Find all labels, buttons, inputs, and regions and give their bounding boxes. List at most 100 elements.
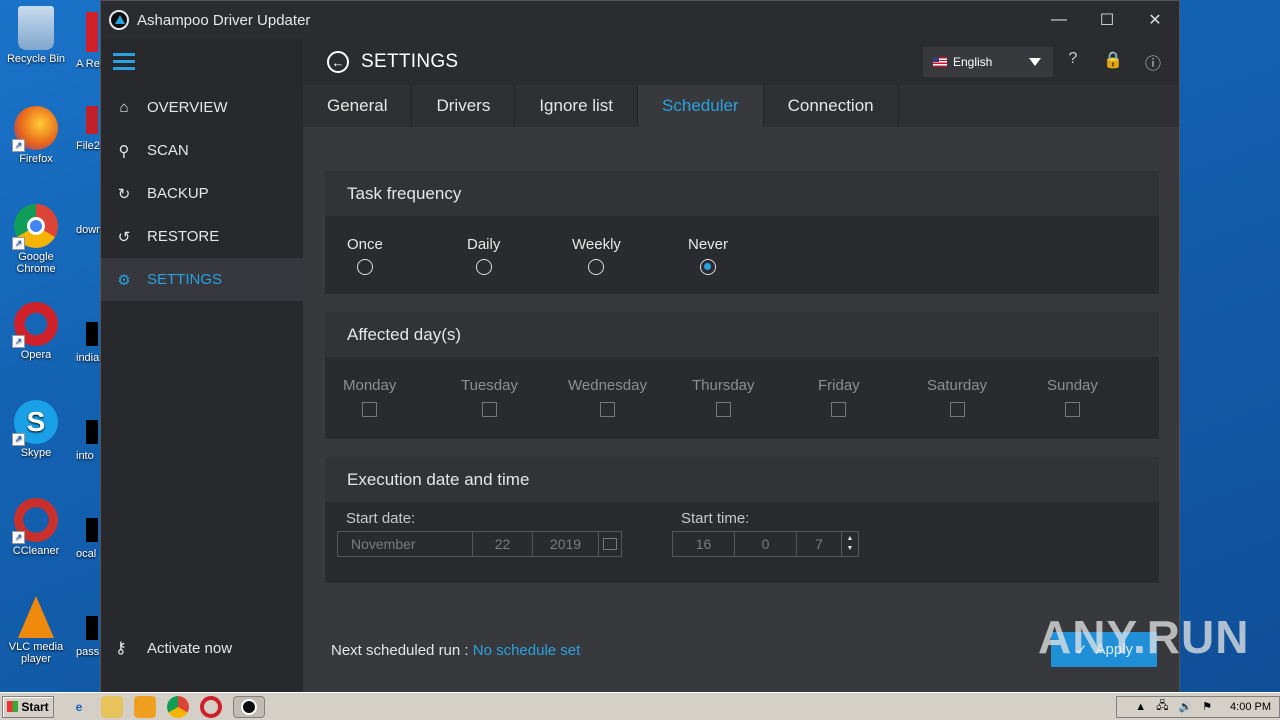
checkbox-wednesday[interactable]: Wednesday [568, 377, 647, 417]
radio-never[interactable]: Never [688, 236, 728, 275]
title-bar[interactable]: Ashampoo Driver Updater — ☐ ✕ [101, 1, 1179, 39]
desktop-icon-opera[interactable]: ↗ Opera [0, 302, 72, 361]
hour-value[interactable]: 16 [673, 532, 735, 556]
time-spinner-icon[interactable]: ▲ ▼ [842, 532, 858, 556]
checkbox-friday[interactable]: Friday [818, 377, 860, 417]
minute-value[interactable]: 0 [735, 532, 797, 556]
tab-ignore-list[interactable]: Ignore list [515, 85, 639, 127]
start-button[interactable]: Start [2, 695, 54, 718]
desktop-icon-partial[interactable]: down [76, 224, 100, 236]
close-button[interactable]: ✕ [1131, 1, 1179, 39]
language-select[interactable]: English [923, 47, 1053, 77]
sidebar-item-label: SETTINGS [147, 271, 223, 288]
chrome-taskbar-icon[interactable] [167, 695, 189, 718]
desktop-icon-partial[interactable]: A Re [76, 12, 100, 70]
radio-button[interactable] [588, 259, 605, 275]
clock[interactable]: 4:00 PM [1230, 701, 1271, 713]
ie-icon[interactable]: e [68, 696, 90, 718]
radio-label: Daily [467, 236, 501, 253]
skype-icon: S ↗ [12, 400, 58, 446]
network-icon[interactable]: 🖧 [1156, 697, 1168, 716]
tray-expand-icon[interactable]: ▲ [1135, 701, 1146, 713]
restore-icon: ↺ [117, 228, 131, 246]
execution-fields: Start date: November 22 2019 Start time:… [325, 502, 1159, 582]
tab-connection[interactable]: Connection [764, 85, 899, 127]
checkbox-tuesday[interactable]: Tuesday [461, 377, 518, 417]
year-value[interactable]: 2019 [533, 532, 599, 556]
opera-icon: ↗ [12, 302, 58, 348]
desktop-icon-chrome[interactable]: ↗ Google Chrome [0, 204, 72, 275]
sidebar-item-label: OVERVIEW [147, 99, 228, 116]
panel-heading: Execution date and time [325, 457, 1159, 502]
radio-weekly[interactable]: Weekly [572, 236, 621, 275]
sidebar-item-restore[interactable]: ↺ RESTORE [101, 215, 303, 258]
tab-scheduler[interactable]: Scheduler [638, 85, 764, 127]
day-value[interactable]: 22 [473, 532, 533, 556]
window-controls: — ☐ ✕ [1035, 1, 1179, 39]
desktop-icon-partial[interactable]: india [76, 322, 100, 364]
ashampoo-taskbar-icon[interactable] [233, 695, 265, 718]
desktop-icon-partial[interactable]: File2 [76, 106, 100, 152]
taskbar: Start e ▲ 🖧 🔊 ⚑ 4:00 PM [0, 692, 1280, 720]
settings-tabs: General Drivers Ignore list Scheduler Co… [303, 85, 1179, 127]
desktop-icon-recycle-bin[interactable]: Recycle Bin [0, 6, 72, 65]
info-icon[interactable]: ⓘ [1133, 50, 1173, 74]
activate-now-link[interactable]: ⚷ Activate now [115, 638, 232, 658]
desktop-icon-skype[interactable]: S ↗ Skype [0, 400, 72, 459]
checkbox-thursday[interactable]: Thursday [692, 377, 755, 417]
start-date-field[interactable]: November 22 2019 [337, 531, 622, 557]
sidebar-item-backup[interactable]: ↻ BACKUP [101, 172, 303, 215]
radio-label: Never [688, 236, 729, 253]
radio-daily[interactable]: Daily [467, 236, 500, 275]
back-arrow-icon[interactable]: ← [327, 51, 349, 73]
next-run-value-link[interactable]: No schedule set [473, 642, 581, 659]
tab-drivers[interactable]: Drivers [412, 85, 516, 127]
sidebar-item-scan[interactable]: ⚲ SCAN [101, 129, 303, 172]
desktop-icon-partial[interactable]: ocal [76, 518, 100, 560]
desktop-icon-ccleaner[interactable]: ↗ CCleaner [0, 498, 72, 557]
tab-general[interactable]: General [303, 85, 413, 127]
chrome-icon: ↗ [12, 204, 58, 250]
maximize-button[interactable]: ☐ [1083, 1, 1131, 39]
app-window: Ashampoo Driver Updater — ☐ ✕ ⌂ OVERVIEW… [100, 0, 1180, 692]
desktop-icon-firefox[interactable]: ↗ Firefox [0, 106, 72, 165]
checkbox-saturday[interactable]: Saturday [927, 377, 987, 417]
media-player-icon[interactable] [134, 695, 156, 718]
action-center-flag-icon[interactable]: ⚑ [1202, 700, 1212, 713]
radio-label: Weekly [572, 236, 621, 253]
second-value[interactable]: 7 [797, 532, 842, 556]
desktop-icon-label: CCleaner [12, 545, 60, 557]
volume-icon[interactable]: 🔊 [1178, 700, 1192, 713]
help-icon[interactable]: ? [1053, 50, 1093, 74]
chevron-down-icon [1029, 58, 1041, 66]
calendar-icon[interactable] [599, 532, 621, 556]
explorer-folder-icon[interactable] [101, 695, 123, 718]
checkbox-monday[interactable]: Monday [343, 377, 396, 417]
checkbox-sunday[interactable]: Sunday [1047, 377, 1098, 417]
next-scheduled-run: Next scheduled run : No schedule set [331, 642, 580, 659]
desktop-icon-partial[interactable]: pass [76, 616, 100, 658]
lock-icon[interactable]: 🔒 [1093, 50, 1133, 74]
radio-button[interactable] [356, 259, 373, 275]
key-icon: ⚷ [115, 640, 127, 657]
start-time-field[interactable]: 16 0 7 ▲ ▼ [672, 531, 859, 557]
ccleaner-icon: ↗ [12, 498, 58, 544]
desktop-icon-label: Skype [20, 447, 52, 459]
sidebar-item-label: BACKUP [147, 185, 209, 202]
sidebar-item-settings[interactable]: ⚙ SETTINGS [101, 258, 303, 301]
sidebar-item-label: SCAN [147, 142, 189, 159]
radio-once[interactable]: Once [347, 236, 383, 275]
desktop-icon-vlc[interactable]: VLC media player [0, 596, 72, 665]
desktop-icon-partial[interactable]: into [76, 420, 100, 462]
minimize-button[interactable]: — [1035, 1, 1083, 39]
radio-button[interactable] [475, 259, 492, 275]
sidebar-item-overview[interactable]: ⌂ OVERVIEW [101, 86, 303, 129]
backup-icon: ↻ [117, 185, 131, 203]
month-value[interactable]: November [338, 532, 473, 556]
main-content: ← SETTINGS English ? 🔒 ⓘ General Drivers… [303, 39, 1179, 692]
radio-button[interactable] [700, 259, 716, 275]
quick-launch: e [68, 695, 276, 718]
hamburger-menu-icon[interactable] [113, 53, 135, 71]
sidebar: ⌂ OVERVIEW ⚲ SCAN ↻ BACKUP ↺ RESTORE ⚙ S… [101, 39, 303, 692]
opera-taskbar-icon[interactable] [200, 695, 222, 718]
